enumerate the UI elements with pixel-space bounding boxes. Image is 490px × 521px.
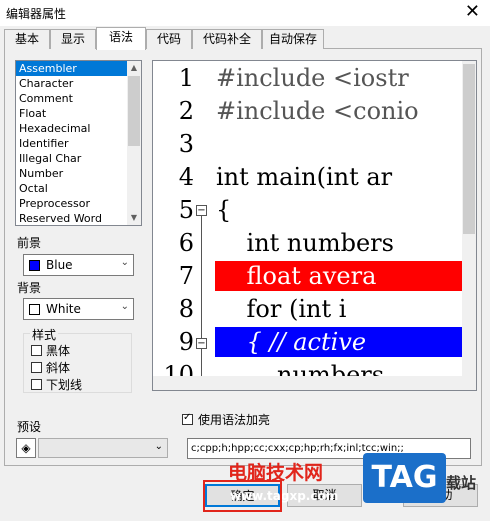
fold-line — [201, 216, 202, 339]
list-item[interactable]: Number — [16, 166, 141, 181]
code-line: { — [216, 196, 232, 224]
chevron-down-icon: ⌄ — [120, 301, 129, 312]
chevron-down-icon: ⌄ — [154, 441, 163, 452]
code-line: #include <conio — [216, 97, 419, 125]
bold-checkbox[interactable] — [31, 345, 42, 356]
italic-checkbox[interactable] — [31, 362, 42, 373]
line-number: 5 — [178, 196, 194, 224]
line-number: 1 — [178, 64, 194, 92]
bold-label: 黑体 — [46, 344, 71, 358]
line-number: 2 — [178, 97, 194, 125]
watermark-tail: 载站 — [446, 474, 477, 492]
line-number: 7 — [178, 262, 194, 290]
code-line: for (int i — [216, 295, 355, 323]
fold-collapse-icon[interactable]: − — [196, 338, 207, 349]
preset-label: 预设 — [17, 420, 42, 434]
scroll-thumb[interactable] — [463, 64, 475, 234]
code-line: { // active — [216, 328, 367, 356]
tab-syntax[interactable]: 语法 — [96, 27, 146, 50]
code-line: int main(int ar — [216, 163, 393, 191]
tab-code[interactable]: 代码 — [146, 29, 192, 49]
foreground-value: Blue — [46, 258, 73, 272]
code-line: int numbers — [216, 229, 394, 257]
line-number-gutter: 1 2 3 4 5 6 7 8 9 10 — [153, 61, 196, 389]
scroll-down-icon[interactable]: ▼ — [127, 211, 141, 225]
line-number: 8 — [178, 295, 194, 323]
background-color-select[interactable]: White ⌄ — [23, 298, 134, 320]
list-item[interactable]: Float — [16, 106, 141, 121]
annotation-highlight-box — [203, 480, 282, 512]
preset-select[interactable]: ⌄ — [38, 438, 168, 458]
window-title: 编辑器属性 — [6, 7, 67, 21]
list-item[interactable]: Octal — [16, 181, 141, 196]
list-item[interactable]: Assembler — [16, 61, 141, 76]
syntax-element-list[interactable]: Assembler Character Comment Float Hexade… — [15, 60, 142, 226]
foreground-color-select[interactable]: Blue ⌄ — [23, 254, 134, 276]
list-item[interactable]: Identifier — [16, 136, 141, 151]
line-number: 3 — [178, 130, 194, 158]
blue-color-swatch — [29, 260, 40, 271]
scroll-up-icon[interactable]: ▲ — [127, 61, 141, 75]
list-scrollbar[interactable]: ▲ ▼ — [127, 61, 141, 225]
title-bar: 编辑器属性 ✕ — [0, 0, 490, 26]
list-item[interactable]: Reserved Word — [16, 211, 141, 225]
foreground-label: 前景 — [17, 236, 42, 250]
line-number: 4 — [178, 163, 194, 191]
fold-collapse-icon[interactable]: − — [196, 205, 207, 216]
tab-display[interactable]: 显示 — [50, 29, 96, 49]
background-label: 背景 — [17, 281, 42, 295]
code-line: float avera — [216, 262, 377, 290]
list-item[interactable]: Preprocessor — [16, 196, 141, 211]
underline-label: 下划线 — [46, 378, 83, 392]
underline-checkbox[interactable] — [31, 379, 42, 390]
scroll-thumb[interactable] — [128, 76, 140, 146]
preset-icon[interactable]: ◈ — [16, 438, 36, 458]
editor-properties-dialog: 编辑器属性 ✕ 基本 显示 语法 代码 代码补全 自动保存 Assembler … — [0, 0, 490, 521]
italic-label: 斜体 — [46, 361, 71, 375]
tab-basic[interactable]: 基本 — [4, 29, 50, 49]
chevron-down-icon: ⌄ — [120, 257, 129, 268]
watermark-logo: TAG — [363, 453, 446, 503]
list-item[interactable]: Illegal Char — [16, 151, 141, 166]
background-value: White — [46, 302, 81, 316]
enable-syntax-checkbox[interactable] — [182, 412, 193, 425]
code-line: #include <iostr — [216, 64, 409, 92]
list-item[interactable]: Hexadecimal — [16, 121, 141, 136]
enable-syntax-label: 使用语法加亮 — [198, 413, 271, 427]
close-icon[interactable]: ✕ — [465, 1, 480, 22]
code-preview: 1 2 3 4 5 6 7 8 9 10 − − #include <iostr… — [152, 60, 477, 391]
line-number: 9 — [178, 328, 194, 356]
style-group-title: 样式 — [30, 326, 59, 343]
editor-vertical-scrollbar[interactable] — [462, 61, 476, 381]
tab-code-completion[interactable]: 代码补全 — [192, 29, 262, 49]
editor-horizontal-scrollbar[interactable] — [153, 376, 476, 390]
tab-autosave[interactable]: 自动保存 — [262, 29, 324, 49]
list-item[interactable]: Comment — [16, 91, 141, 106]
line-number: 6 — [178, 229, 194, 257]
white-color-swatch — [29, 304, 40, 315]
list-item[interactable]: Character — [16, 76, 141, 91]
